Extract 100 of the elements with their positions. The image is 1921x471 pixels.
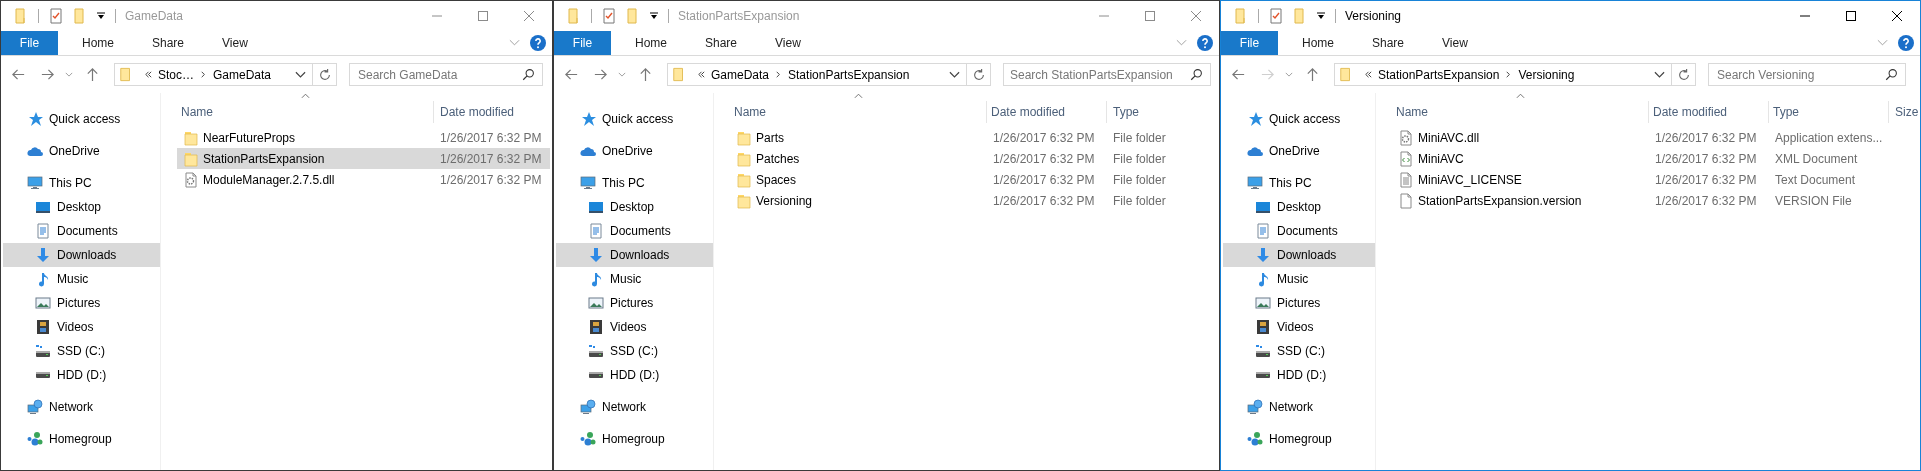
folder-icon [736,171,752,188]
file-row[interactable]: MiniAVC.dll 1/26/2017 6:32 PM Application extens... [1392,127,1918,148]
file-row[interactable]: MiniAVC 1/26/2017 6:32 PM XML Document [1392,148,1918,169]
back-arrow-icon[interactable] [1231,67,1246,82]
column-header[interactable]: Date modified [1649,101,1769,123]
network-icon [1247,399,1263,415]
homegroup-icon [27,431,43,447]
date-modified: 1/26/2017 6:32 PM [1655,172,1757,187]
ribbon-tab[interactable]: View [1418,31,1482,55]
sidebar-item[interactable]: This PC [1223,171,1375,195]
drive-icon [35,343,51,359]
ribbon-tab[interactable]: Home [1278,31,1348,55]
text-file-icon [1398,171,1414,188]
column-header[interactable]: Type [1769,101,1889,123]
maximize-icon [1145,11,1155,21]
drive-icon [588,343,604,359]
file-name: StationPartsExpansion [203,151,325,166]
sort-caret-icon [301,93,310,99]
search-field[interactable]: Search Versioning [1708,63,1906,86]
film-icon [588,319,604,335]
dropdown-icon[interactable] [1654,70,1665,79]
sidebar-item[interactable]: Desktop [1223,195,1375,219]
refresh-button[interactable] [1672,63,1696,86]
sidebar-item[interactable]: Homegroup [1223,427,1375,451]
file-type: File folder [1113,172,1166,187]
drive-icon [1255,343,1271,359]
sidebar-item[interactable]: HDD (D:) [1223,363,1375,387]
file-type: XML Document [1775,151,1858,166]
file-name: NearFutureProps [203,130,296,145]
file-type: Text Document [1775,172,1856,187]
window-title: Versioning [1345,9,1402,23]
sidebar-item[interactable]: Documents [1223,219,1375,243]
search-icon [1190,68,1203,81]
breadcrumb-item[interactable]: StationPartsExpansion [1378,67,1500,82]
homegroup-icon [580,431,596,447]
star-icon [580,111,596,127]
help-icon[interactable] [1898,35,1914,51]
sidebar-item[interactable]: Quick access [1223,107,1375,131]
desktop-icon [35,199,51,215]
recent-dropdown-icon[interactable] [1285,72,1293,77]
gear-file-icon [1398,129,1414,146]
drive-icon [36,372,50,378]
date-modified: 1/26/2017 6:32 PM [993,172,1095,187]
document-icon [588,223,604,239]
date-modified: 1/26/2017 6:32 PM [440,130,542,145]
sidebar-item[interactable]: Pictures [1223,291,1375,315]
dropdown-icon[interactable] [1316,11,1326,21]
date-modified: 1/26/2017 6:32 PM [993,193,1095,208]
download-icon [35,247,51,263]
date-modified: 1/26/2017 6:32 PM [1655,130,1757,145]
file-name: Spaces [756,172,797,187]
ribbon-tab[interactable]: Share [1348,31,1419,55]
breadcrumb-item[interactable]: Versioning [1518,67,1575,82]
window-title: StationPartsExpansion [678,9,800,23]
date-modified: 1/26/2017 6:32 PM [440,151,542,166]
folder-icon [1339,67,1353,82]
date-modified: 1/26/2017 6:32 PM [1655,193,1757,208]
star-icon [1247,111,1263,127]
minimize-icon [1099,15,1109,17]
date-modified: 1/26/2017 6:32 PM [993,130,1095,145]
file-type: File folder [1113,193,1166,208]
overflow-chevron-icon[interactable] [1364,70,1373,79]
homegroup-icon [1247,431,1263,447]
properties-icon[interactable] [1268,8,1284,24]
computer-icon [1247,175,1263,191]
maximize-icon [1846,11,1856,21]
address-bar[interactable]: StationPartsExpansion Versioning [1334,63,1672,86]
sidebar-item[interactable]: OneDrive [1223,139,1375,163]
file-name: StationPartsExpansion.version [1418,193,1582,208]
desktop-icon [588,199,604,215]
film-icon [35,319,51,335]
sidebar-item[interactable]: Network [1223,395,1375,419]
code-file-icon [1398,150,1414,167]
picture-icon [35,295,51,311]
sidebar-item[interactable]: Music [1223,267,1375,291]
date-modified: 1/26/2017 6:32 PM [440,172,542,187]
column-header[interactable]: Name [1392,101,1649,123]
sidebar-item[interactable]: Videos [1223,315,1375,339]
file-name: MiniAVC.dll [1418,130,1480,145]
network-icon [580,399,596,415]
file-row[interactable]: StationPartsExpansion.version 1/26/2017 6:32 PM VERSION File [1392,190,1918,211]
sidebar-item[interactable]: SSD (C:) [1223,339,1375,363]
download-icon [1255,247,1271,263]
close-icon [524,11,534,21]
sidebar-item[interactable]: Downloads [1223,243,1375,267]
file-row[interactable]: MiniAVC_LICENSE 1/26/2017 6:32 PM Text Document [1392,169,1918,190]
search-icon [1885,68,1898,81]
file-icon [1398,192,1414,209]
star-icon [27,111,43,127]
close-icon [1191,11,1201,21]
file-name: MiniAVC_LICENSE [1418,172,1522,187]
document-icon [1255,223,1271,239]
folder-icon [119,67,133,82]
folder-icon [672,67,686,82]
up-arrow-icon[interactable] [1305,67,1320,82]
date-modified: 1/26/2017 6:32 PM [1655,151,1757,166]
drive-icon [1256,372,1270,378]
file-tab[interactable]: File [1221,31,1278,55]
column-header[interactable]: Size [1889,101,1920,123]
drive-icon [589,372,603,378]
